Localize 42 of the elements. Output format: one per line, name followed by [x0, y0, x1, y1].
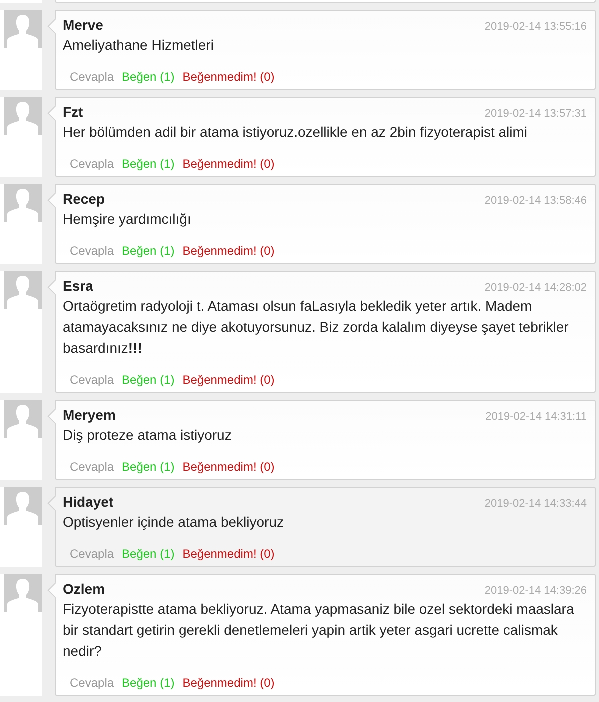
reply-link[interactable]: Cevapla — [70, 70, 114, 84]
comment-text: Her bölümden adil bir atama istiyoruz.ozellikle en az 2bin fizyoterapist alimi — [63, 123, 529, 142]
like-link[interactable]: Beğen (1) — [122, 460, 175, 474]
dislike-link[interactable]: Beğenmedim! (0) — [182, 157, 275, 171]
comment-time: 2019-02-14 14:28:02 — [484, 282, 587, 294]
like-link[interactable]: Beğen (1) — [122, 70, 175, 84]
comment-text: Optisyenler içinde atama bekliyoruz — [63, 513, 285, 532]
dislike-link[interactable]: Beğenmedim! (0) — [182, 373, 275, 387]
comment-text: Hemşire yardımcılığı — [63, 210, 192, 229]
comment-time: 2019-02-14 13:57:31 — [484, 108, 587, 120]
comment-time: 2019-02-14 14:39:26 — [484, 585, 587, 597]
dislike-link[interactable]: Beğenmedim! (0) — [182, 244, 275, 258]
reply-link[interactable]: Cevapla — [70, 676, 114, 690]
like-link[interactable]: Beğen (1) — [122, 547, 175, 561]
comment-author: Recep — [63, 191, 106, 207]
comment-text: Diş proteze atama istiyoruz — [63, 426, 233, 445]
like-link[interactable]: Beğen (1) — [122, 157, 175, 171]
reply-link[interactable]: Cevapla — [70, 157, 114, 171]
comment-text: Ameliyathane Hizmetleri — [63, 36, 215, 55]
comment-author: Hidayet — [63, 494, 114, 510]
reply-link[interactable]: Cevapla — [70, 244, 114, 258]
comment-author: Esra — [63, 278, 94, 294]
comment-author: Merve — [63, 17, 104, 33]
dislike-link[interactable]: Beğenmedim! (0) — [182, 676, 275, 690]
dislike-link[interactable]: Beğenmedim! (0) — [182, 70, 275, 84]
like-link[interactable]: Beğen (1) — [122, 244, 175, 258]
comment-author: Fzt — [63, 104, 84, 120]
reply-link[interactable]: Cevapla — [70, 373, 114, 387]
comment-text: Fizyoterapistte atama bekliyoruz. Atama yapmasaniz bile ozel sektordeki maaslara bir standart getirin gerekli denetlemeleri yapin artik yeter asgari ucrette calismak nedir? — [63, 600, 576, 661]
comment-time: 2019-02-14 14:33:44 — [484, 498, 587, 510]
like-link[interactable]: Beğen (1) — [122, 676, 175, 690]
comment-text: Ortaögretim radyoloji t. Ataması olsun faLasıyla bekledik yeter artık. Madem atamayacaksınız ne diye akotuyorsunuz. Biz zorda kalalım diyeyse şayet tebrikler basardınız!!! — [63, 297, 570, 358]
reply-link[interactable]: Cevapla — [70, 547, 114, 561]
comment-time: 2019-02-14 13:58:46 — [484, 195, 587, 207]
comment-time: 2019-02-14 14:31:11 — [486, 411, 587, 423]
like-link[interactable]: Beğen (1) — [122, 373, 175, 387]
comment-time: 2019-02-14 13:55:16 — [484, 21, 587, 33]
comment-author: Meryem — [63, 407, 116, 423]
reply-link[interactable]: Cevapla — [70, 460, 114, 474]
dislike-link[interactable]: Beğenmedim! (0) — [182, 547, 275, 561]
dislike-link[interactable]: Beğenmedim! (0) — [182, 460, 275, 474]
comment-author: Ozlem — [63, 581, 106, 597]
